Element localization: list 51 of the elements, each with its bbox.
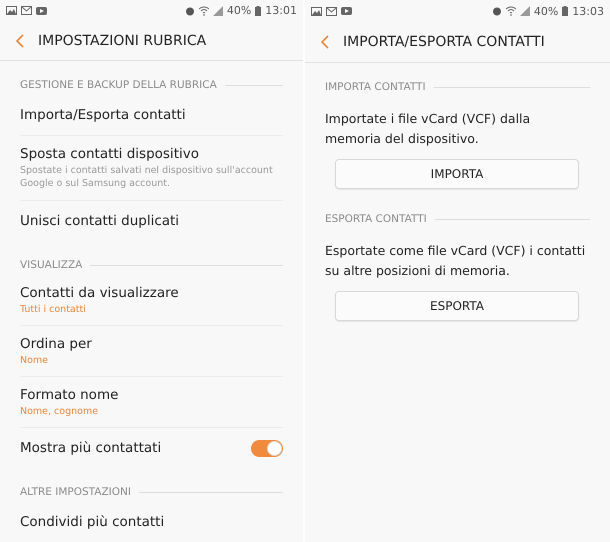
section-header: ALTRE IMPOSTAZIONI: [20, 486, 131, 498]
video-icon: [341, 7, 352, 15]
settings-item[interactable]: Contatti da visualizzare Tutti i contatti: [20, 275, 283, 326]
back-icon[interactable]: [321, 35, 329, 49]
toggle-switch[interactable]: [251, 440, 283, 456]
item-label: Contatti da visualizzare: [20, 285, 180, 301]
battery-icon: [562, 6, 568, 16]
video-icon: [36, 6, 47, 15]
item-label: Importa/Esporta contatti: [20, 107, 187, 124]
section-header: IMPORTA CONTATTI: [325, 81, 426, 93]
battery-percentage: 40%: [226, 4, 252, 18]
clock-time: 13:03: [572, 4, 604, 18]
section-header: VISUALIZZA: [20, 259, 82, 271]
description-text: Esportate come file vCard (VCF) i contatti su altre posizioni di memoria.: [325, 242, 586, 280]
description-text: Importate i file vCard (VCF) dalla memoria del dispositivo.: [325, 110, 532, 148]
settings-item[interactable]: Importa/Esporta contatti: [20, 95, 283, 136]
item-label: Unisci contatti duplicati: [20, 213, 180, 229]
item-value: Tutti i contatti: [20, 304, 87, 315]
wifi-icon: [198, 6, 209, 16]
item-label: Formato nome: [20, 387, 120, 403]
item-label: Mostra più contattati: [20, 440, 162, 456]
signal-icon: [520, 6, 530, 16]
action-button[interactable]: ESPORTA: [335, 291, 579, 321]
settings-item[interactable]: Condividi più contatti: [20, 502, 283, 542]
alarm-icon: [184, 6, 195, 16]
clock-time: 13:01: [265, 4, 297, 18]
wifi-icon: [506, 6, 516, 16]
picture-icon: [311, 6, 322, 16]
screen-title: IMPORTA/ESPORTA CONTATTI: [343, 34, 545, 50]
settings-item[interactable]: Ordina per Nome: [20, 326, 283, 377]
item-label: Ordina per: [20, 336, 93, 352]
picture-icon: [6, 6, 17, 16]
screen-title: IMPOSTAZIONI RUBRICA: [38, 32, 206, 49]
item-label: Condividi più contatti: [20, 514, 166, 530]
item-label: Sposta contatti dispositivo: [20, 146, 200, 162]
settings-item[interactable]: Sposta contatti dispositivo Spostate i contatti salvati nel dispositivo sull'account Google o sul Samsung account.: [20, 136, 283, 201]
alarm-icon: [492, 6, 502, 16]
signal-icon: [212, 6, 223, 16]
item-value: Nome: [20, 355, 50, 366]
item-value: Nome, cognome: [20, 406, 100, 417]
action-button[interactable]: IMPORTA: [335, 159, 579, 189]
section-header: GESTIONE E BACKUP DELLA RUBRICA: [20, 79, 217, 92]
battery-percentage: 40%: [534, 4, 558, 18]
settings-item[interactable]: Formato nome Nome, cognome: [20, 377, 283, 428]
mail-icon: [326, 6, 337, 16]
mail-icon: [21, 6, 32, 16]
back-icon[interactable]: [16, 34, 24, 48]
section-header: ESPORTA CONTATTI: [325, 213, 427, 225]
settings-item[interactable]: Unisci contatti duplicati: [20, 201, 283, 241]
item-description: Spostate i contatti salvati nel dispositivo sull'account Google o sul Samsung account.: [20, 165, 274, 190]
battery-icon: [255, 6, 262, 16]
